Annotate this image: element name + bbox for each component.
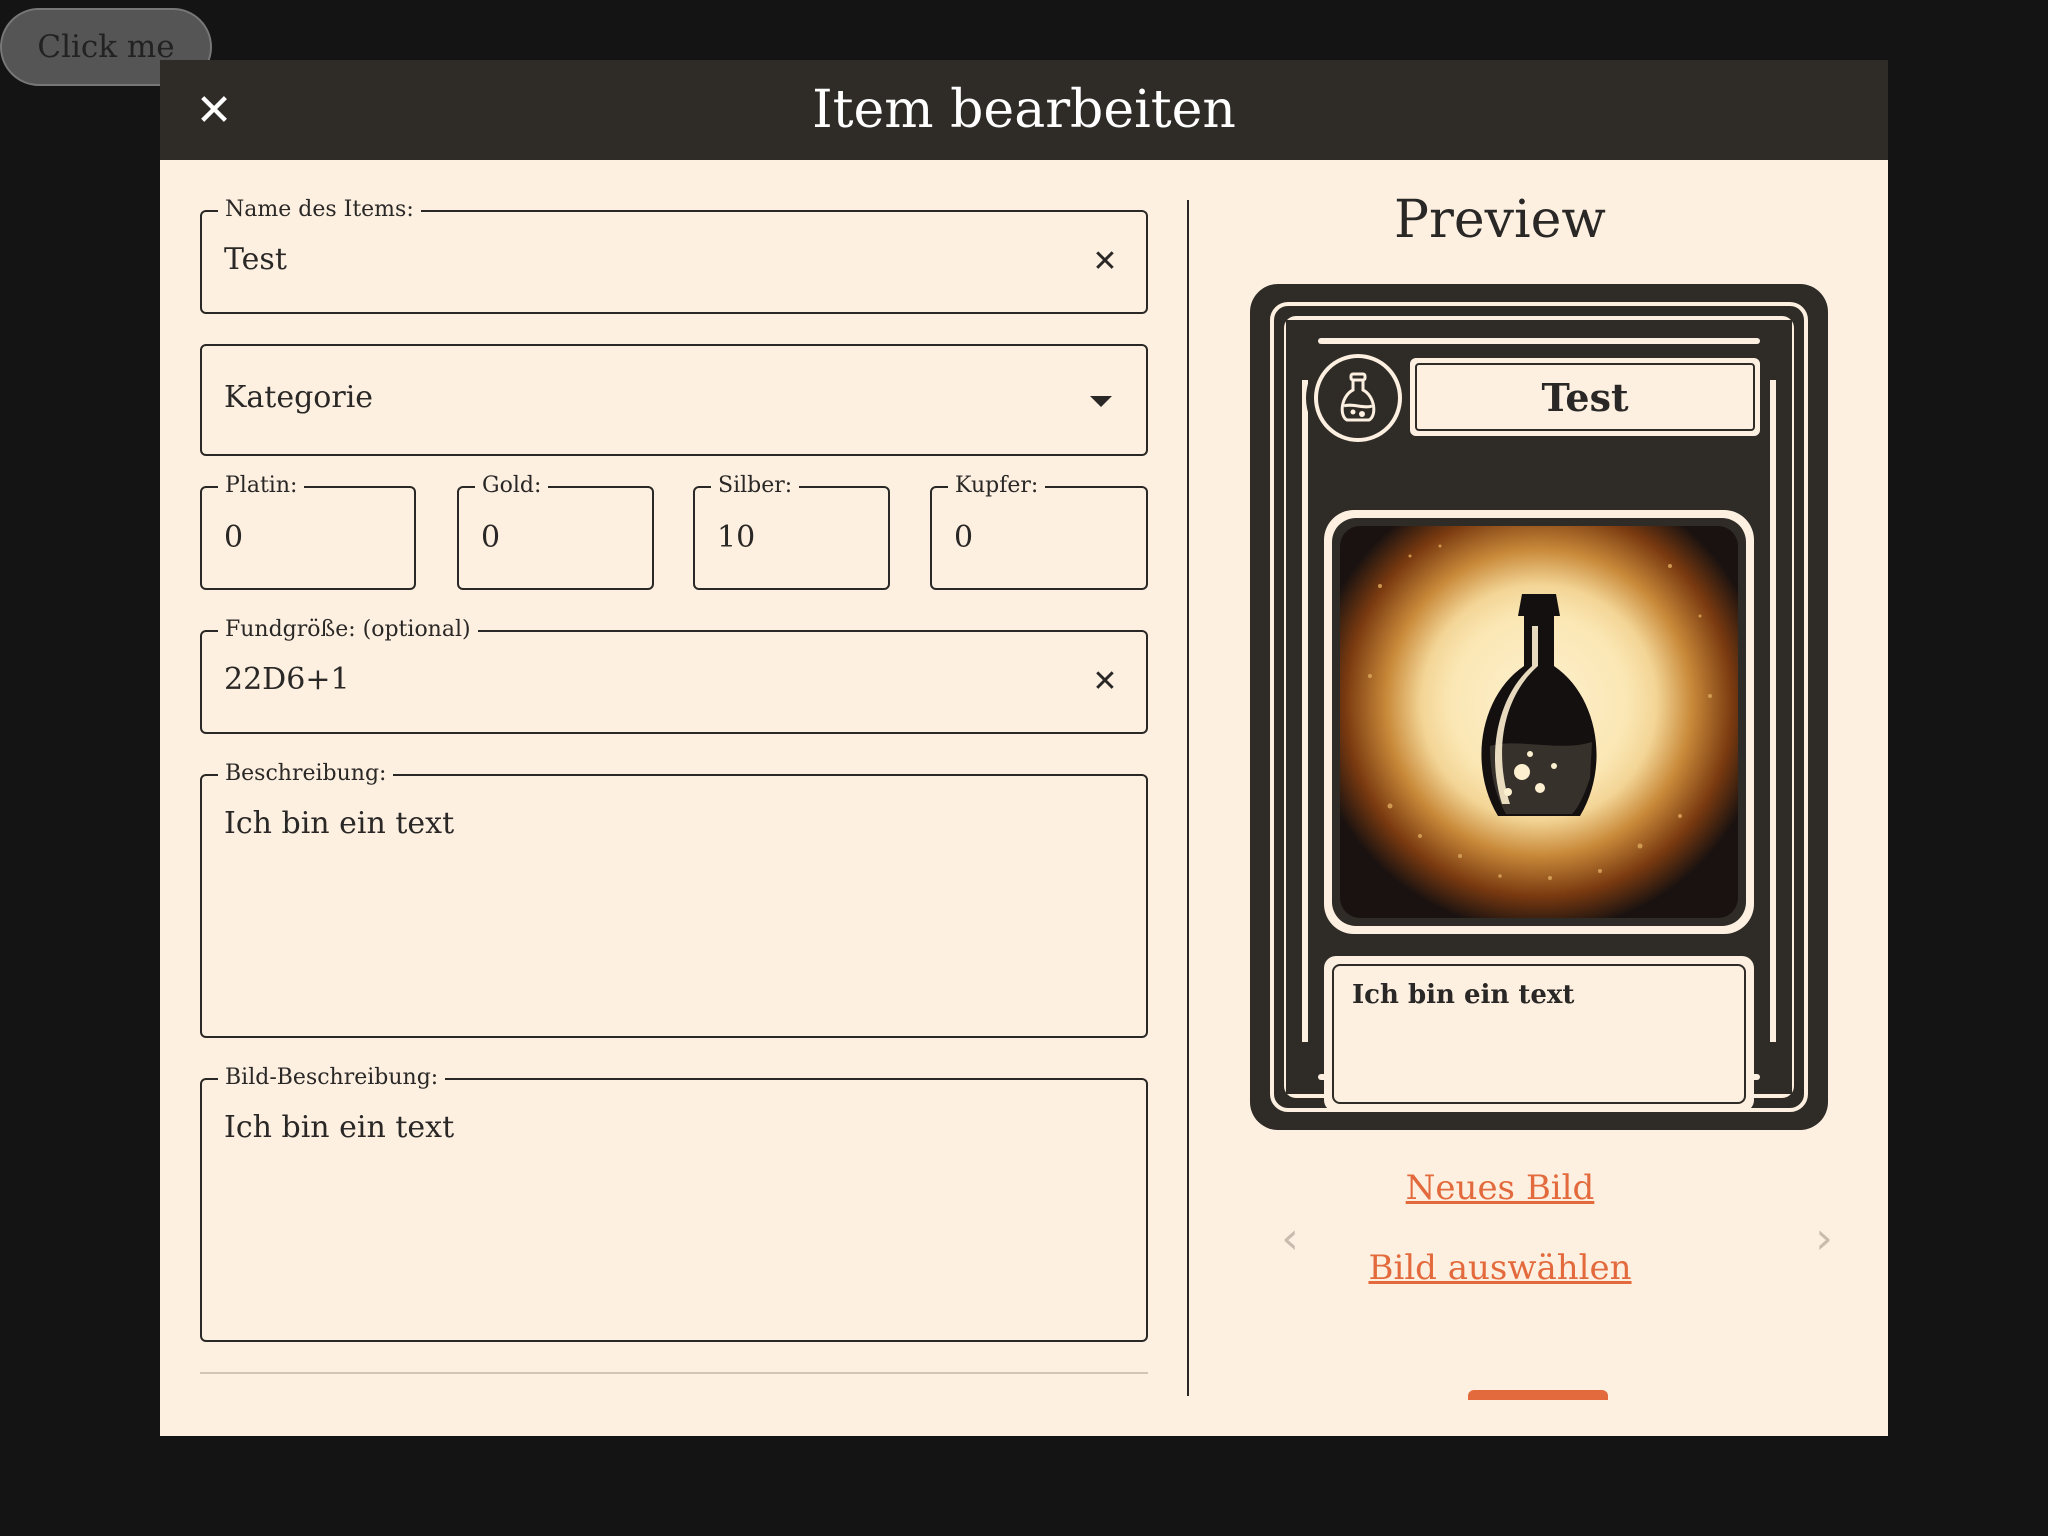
column-divider [1187, 200, 1189, 1396]
dropdown-arrow-icon[interactable] [1090, 396, 1112, 407]
item-name-value: Test [224, 242, 287, 277]
item-name-field[interactable]: Name des Items: Test ✕ [200, 197, 1148, 314]
bild-beschreibung-label: Bild-Beschreibung: [218, 1065, 446, 1091]
card-icon-badge [1306, 346, 1410, 450]
fundgroesse-field[interactable]: Fundgröße: (optional) 22D6+1 ✕ [200, 617, 1148, 734]
item-name-label: Name des Items: [218, 197, 421, 223]
beschreibung-value: Ich bin ein text [224, 806, 455, 841]
new-image-link[interactable]: Neues Bild [1300, 1168, 1700, 1208]
clear-name-icon[interactable]: ✕ [1088, 244, 1122, 279]
gold-field[interactable]: Gold: 0 [457, 473, 654, 590]
card-icon-ring [1314, 354, 1402, 442]
card-text-frame: Ich bin ein text [1324, 956, 1754, 1112]
silber-label: Silber: [711, 473, 800, 499]
card-top-line [1318, 338, 1760, 344]
gold-label: Gold: [475, 473, 549, 499]
close-icon[interactable]: ✕ [186, 82, 242, 138]
kupfer-label: Kupfer: [948, 473, 1046, 499]
form-bottom-divider [200, 1372, 1148, 1374]
card-title: Test [1541, 374, 1629, 420]
clear-fundgroesse-icon[interactable]: ✕ [1088, 664, 1122, 699]
save-button-partial[interactable] [1468, 1390, 1608, 1400]
gold-value: 0 [481, 520, 501, 555]
card-image-border [1332, 518, 1746, 926]
select-image-link[interactable]: Bild auswählen [1300, 1248, 1700, 1288]
item-card-preview: Test Ich bin ein text [1250, 284, 1828, 1130]
kupfer-field[interactable]: Kupfer: 0 [930, 473, 1148, 590]
silber-field[interactable]: Silber: 10 [693, 473, 890, 590]
potion-bottle-illustration [1368, 544, 1712, 880]
preview-title: Preview [1394, 190, 1606, 250]
fundgroesse-label: Fundgröße: (optional) [218, 617, 478, 643]
beschreibung-textarea[interactable]: Beschreibung: Ich bin ein text [200, 761, 1148, 1038]
card-right-line [1770, 380, 1776, 1042]
platin-field[interactable]: Platin: 0 [200, 473, 416, 590]
bild-beschreibung-textarea[interactable]: Bild-Beschreibung: Ich bin ein text [200, 1065, 1148, 1342]
card-left-line [1302, 380, 1308, 1042]
card-image-frame [1324, 510, 1754, 934]
platin-value: 0 [224, 520, 244, 555]
platin-label: Platin: [218, 473, 305, 499]
beschreibung-label: Beschreibung: [218, 761, 394, 787]
potion-bottle-image [1340, 526, 1738, 918]
category-select[interactable]: Kategorie [200, 344, 1148, 456]
bild-beschreibung-value: Ich bin ein text [224, 1110, 455, 1145]
edit-item-modal: Item bearbeiten ✕ Name des Items: Test ✕… [160, 60, 1888, 1436]
silber-value: 10 [717, 520, 756, 555]
chevron-right-icon[interactable]: › [1804, 1208, 1844, 1268]
potion-icon [1340, 372, 1376, 422]
card-text: Ich bin ein text [1352, 980, 1575, 1010]
card-title-box: Test [1410, 358, 1760, 436]
card-text-border: Ich bin ein text [1332, 964, 1746, 1104]
fundgroesse-value: 22D6+1 [224, 662, 350, 697]
kupfer-value: 0 [954, 520, 974, 555]
modal-title: Item bearbeiten [812, 80, 1236, 140]
category-value: Kategorie [224, 380, 374, 415]
modal-header: Item bearbeiten ✕ [160, 60, 1888, 160]
